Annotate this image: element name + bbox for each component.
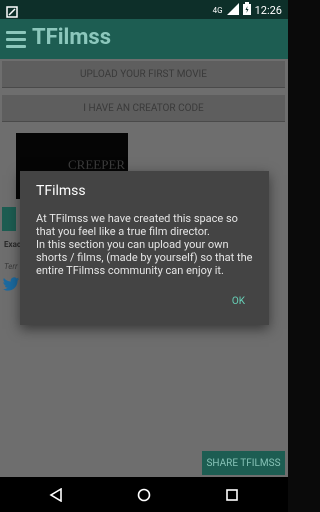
home-icon[interactable] <box>137 487 151 506</box>
dialog-title: TFilmss <box>36 183 86 199</box>
back-icon[interactable] <box>49 487 63 506</box>
upload-movie-button[interactable]: UPLOAD YOUR FIRST MOVIE <box>2 61 285 87</box>
background-text-2: Terr <box>4 262 18 271</box>
accent-block <box>2 207 16 231</box>
recents-icon[interactable] <box>225 487 239 506</box>
twitter-icon[interactable] <box>2 277 20 297</box>
menu-icon[interactable] <box>6 29 26 49</box>
battery-icon <box>242 2 251 18</box>
signal-icon <box>226 2 239 18</box>
navigation-bar <box>0 477 288 512</box>
status-time: 12:26 <box>254 3 282 17</box>
dialog-body: At TFilmss we have created this space so… <box>36 212 253 277</box>
dialog-ok-button[interactable]: OK <box>232 296 245 307</box>
app-title: TFilmss <box>32 25 112 50</box>
creator-code-button[interactable]: I HAVE AN CREATOR CODE <box>2 95 285 121</box>
network-type-label: 4G <box>212 5 223 15</box>
app-bar: TFilmss <box>0 19 288 59</box>
status-bar: 4G 12:26 <box>0 0 288 19</box>
info-dialog: TFilmss At TFilmss we have created this … <box>20 171 269 325</box>
share-tfilmss-button[interactable]: SHARE TFILMSS <box>202 451 285 475</box>
background-text-1: Exac <box>4 240 22 249</box>
